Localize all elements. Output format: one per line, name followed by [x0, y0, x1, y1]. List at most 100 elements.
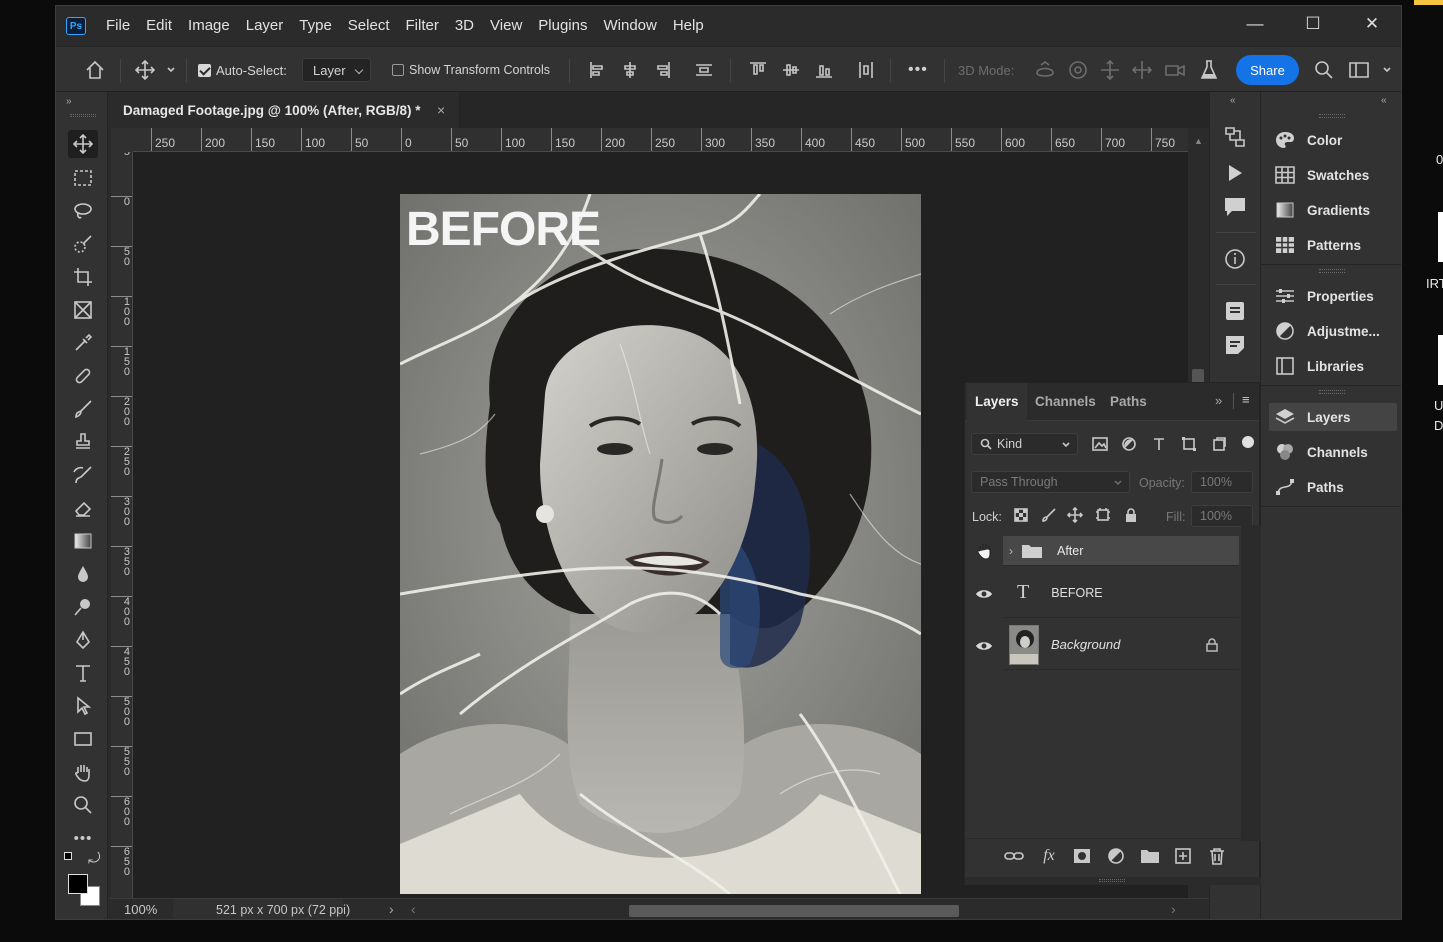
layer-row-background[interactable]: Background — [1003, 620, 1239, 670]
auto-select-checkbox[interactable]: Auto-Select: — [198, 47, 287, 93]
show-transform-check-icon[interactable] — [392, 64, 404, 76]
move-tool-icon[interactable] — [134, 47, 156, 93]
layer-row-before[interactable]: T BEFORE — [1003, 568, 1239, 618]
menu-view[interactable]: View — [482, 6, 530, 46]
show-transform-checkbox[interactable]: Show Transform Controls — [392, 47, 550, 93]
add-mask-icon[interactable] — [1071, 845, 1093, 867]
menu-plugins[interactable]: Plugins — [530, 6, 595, 46]
menu-type[interactable]: Type — [291, 6, 340, 46]
document-dimensions[interactable]: 521 px x 700 px (72 ppi) — [216, 903, 350, 917]
frame-tool[interactable] — [68, 296, 98, 324]
quick-selection-tool[interactable] — [68, 230, 98, 258]
healing-brush-tool[interactable] — [68, 362, 98, 390]
lock-all-icon[interactable] — [1123, 507, 1139, 526]
filter-pixel-icon[interactable] — [1091, 436, 1109, 455]
panel-gradients[interactable]: Gradients — [1269, 196, 1397, 224]
collapse-dock-icon[interactable]: « — [1381, 95, 1387, 106]
beaker-icon[interactable] — [1199, 47, 1219, 93]
horizontal-ruler[interactable]: 250 200 150 100 50 0 50 100 150 200 250 300 350 400 45… — [133, 128, 1188, 152]
swap-colors-icon[interactable]: ⤾ — [88, 850, 101, 867]
align-top-icon[interactable] — [748, 47, 768, 93]
home-icon[interactable] — [84, 47, 106, 93]
menu-window[interactable]: Window — [595, 6, 664, 46]
delete-layer-icon[interactable] — [1206, 845, 1228, 867]
share-button[interactable]: Share — [1236, 55, 1299, 85]
status-menu-chevron-icon[interactable]: › — [389, 901, 394, 917]
zoom-level[interactable]: 100% — [124, 902, 157, 917]
menu-image[interactable]: Image — [180, 6, 238, 46]
align-right-icon[interactable] — [652, 47, 672, 93]
panel-paths[interactable]: Paths — [1269, 473, 1397, 501]
history-brush-tool[interactable] — [68, 461, 98, 489]
horizontal-scroll-thumb[interactable] — [629, 905, 959, 917]
layer-background-visibility-toggle[interactable] — [973, 635, 995, 657]
new-layer-icon[interactable] — [1172, 845, 1194, 867]
3d-pan-icon[interactable] — [1099, 47, 1121, 93]
document-tab[interactable]: Damaged Footage.jpg @ 100% (After, RGB/8… — [109, 92, 459, 128]
close-document-icon[interactable]: × — [437, 102, 445, 118]
vertical-ruler[interactable]: 5050100150200250300350400450500550600650 — [111, 152, 133, 898]
group-expand-chevron-icon[interactable]: › — [1009, 544, 1013, 558]
collapse-panel-icon[interactable]: » — [1215, 393, 1222, 408]
scroll-right-icon[interactable]: › — [1171, 901, 1176, 917]
crop-tool[interactable] — [68, 263, 98, 291]
collapse-toolbar-icon[interactable]: » — [66, 96, 72, 107]
actions-play-icon[interactable] — [1222, 160, 1248, 189]
filter-smart-object-icon[interactable] — [1211, 436, 1227, 455]
layer-row-after[interactable]: › After — [1003, 536, 1239, 566]
path-selection-tool[interactable] — [68, 692, 98, 720]
align-vertical-center-icon[interactable] — [781, 47, 801, 93]
3d-orbit-icon[interactable] — [1033, 47, 1057, 93]
panel-swatches[interactable]: Swatches — [1269, 161, 1397, 189]
filter-toggle[interactable] — [1242, 436, 1254, 448]
panel-adjustments[interactable]: Adjustme... — [1269, 317, 1397, 345]
zoom-tool[interactable] — [68, 791, 98, 819]
menu-select[interactable]: Select — [340, 6, 398, 46]
layer-after-visibility-toggle[interactable] — [973, 541, 995, 563]
3d-camera-icon[interactable] — [1163, 47, 1187, 93]
panel-properties[interactable]: Properties — [1269, 282, 1397, 310]
layer-lock-icon[interactable] — [1205, 638, 1219, 652]
workspace-chevron-icon[interactable] — [1382, 47, 1392, 93]
minimize-button[interactable]: — — [1226, 6, 1284, 42]
brush-tool[interactable] — [68, 395, 98, 423]
filter-shape-icon[interactable] — [1181, 436, 1197, 455]
vertical-scroll-thumb[interactable] — [1192, 369, 1204, 383]
notes-icon[interactable] — [1222, 332, 1248, 361]
hand-tool[interactable] — [68, 758, 98, 786]
align-left-icon[interactable] — [588, 47, 608, 93]
tab-layers[interactable]: Layers — [967, 383, 1027, 421]
default-colors-icon[interactable] — [64, 852, 76, 864]
lock-artboard-icon[interactable] — [1095, 507, 1111, 526]
document-image[interactable]: BEFORE — [400, 194, 921, 894]
menu-layer[interactable]: Layer — [238, 6, 292, 46]
align-bottom-icon[interactable] — [814, 47, 834, 93]
lasso-tool[interactable] — [68, 197, 98, 225]
distribute-icon[interactable] — [694, 47, 714, 93]
layer-filter-kind[interactable]: Kind — [971, 433, 1078, 455]
menu-edit[interactable]: Edit — [138, 6, 180, 46]
menu-help[interactable]: Help — [665, 6, 712, 46]
scroll-up-icon[interactable]: ▲ — [1194, 136, 1203, 146]
color-swatches[interactable] — [68, 874, 102, 908]
auto-select-check-icon[interactable] — [198, 63, 211, 77]
filter-type-icon[interactable] — [1151, 436, 1167, 455]
panel-color[interactable]: Color — [1269, 126, 1397, 154]
rectangle-tool[interactable] — [68, 725, 98, 753]
move-tool[interactable] — [68, 130, 98, 158]
filter-adjustment-icon[interactable] — [1121, 436, 1137, 455]
lock-pixels-icon[interactable] — [1041, 507, 1057, 526]
eyedropper-tool[interactable] — [68, 329, 98, 357]
ruler-origin[interactable] — [111, 128, 133, 152]
fill-input[interactable]: 100% — [1191, 505, 1253, 527]
scroll-left-icon[interactable]: ‹ — [411, 901, 416, 917]
history-icon[interactable] — [1222, 124, 1248, 153]
search-icon[interactable] — [1313, 47, 1335, 93]
before-text-layer[interactable]: BEFORE — [406, 202, 601, 257]
tab-channels[interactable]: Channels — [1035, 383, 1096, 421]
3d-roll-icon[interactable] — [1067, 47, 1089, 93]
link-layers-icon[interactable] — [1003, 845, 1025, 867]
auto-select-target-dropdown[interactable]: Layer — [302, 58, 371, 82]
opacity-input[interactable]: 100% — [1191, 471, 1253, 493]
edit-toolbar-icon[interactable]: ••• — [68, 824, 98, 852]
